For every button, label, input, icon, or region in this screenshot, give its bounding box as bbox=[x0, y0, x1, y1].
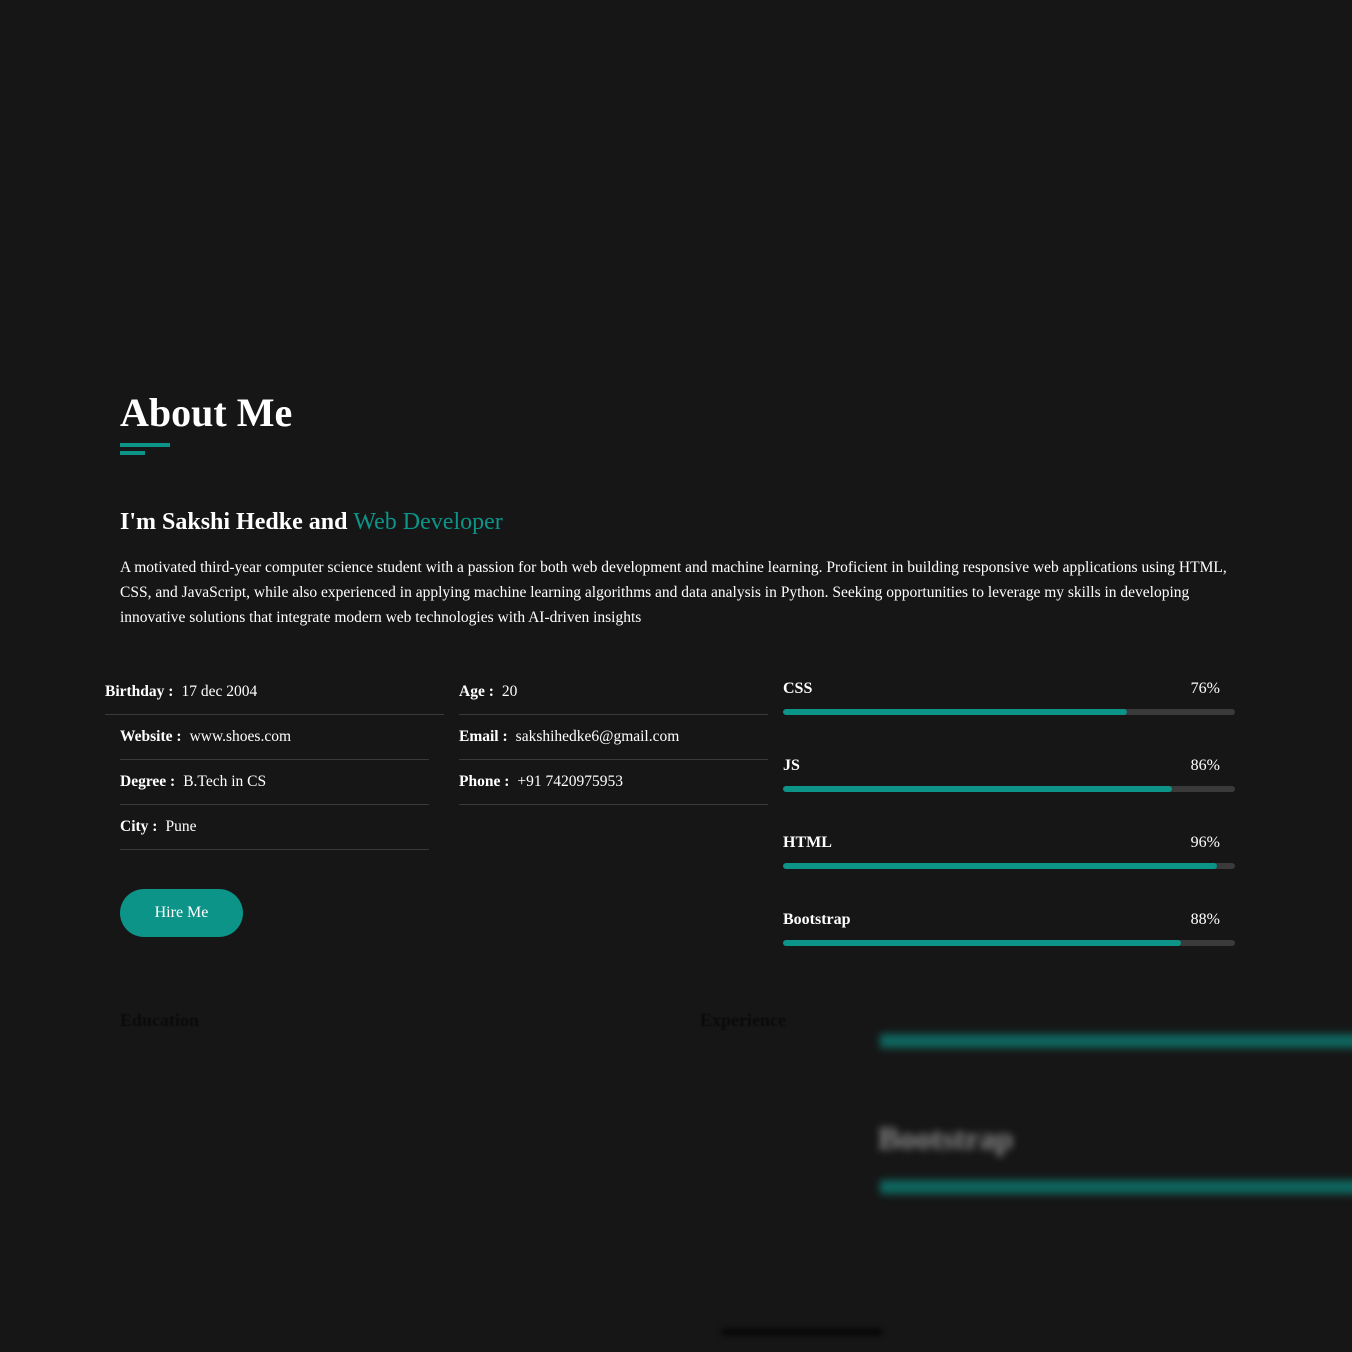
hire-me-button[interactable]: Hire Me bbox=[120, 889, 243, 937]
info-city: City : Pune bbox=[120, 804, 429, 850]
skill-percent: 96% bbox=[1190, 834, 1220, 851]
section-title: About Me bbox=[120, 390, 293, 435]
skill-percent: 76% bbox=[1190, 680, 1220, 697]
skill-name: HTML bbox=[783, 834, 832, 851]
info-email: Email : sakshihedke6@gmail.com bbox=[459, 714, 768, 760]
skill-bar-track bbox=[783, 709, 1235, 715]
skill-name: Bootstrap bbox=[783, 911, 851, 928]
info-value: Pune bbox=[165, 817, 197, 835]
title-underline-accent bbox=[120, 451, 145, 455]
info-value[interactable]: sakshihedke6@gmail.com bbox=[516, 728, 680, 746]
info-value: 17 dec 2004 bbox=[181, 682, 258, 700]
info-phone: Phone : +91 7420975953 bbox=[459, 759, 768, 805]
skill-bar-track bbox=[783, 940, 1235, 946]
info-birthday: Birthday : 17 dec 2004 bbox=[105, 669, 444, 715]
blurred-skill-name: Bootstrap bbox=[878, 1120, 1014, 1156]
blurred-skill-bar bbox=[880, 1180, 1352, 1194]
info-label: Email : bbox=[459, 727, 508, 745]
skill-name: CSS bbox=[783, 680, 813, 697]
skill-bootstrap: Bootstrap 88% bbox=[783, 910, 1235, 946]
skill-bar-track bbox=[783, 786, 1235, 792]
skill-percent: 88% bbox=[1190, 911, 1220, 928]
info-label: Degree : bbox=[120, 772, 176, 790]
skill-percent: 86% bbox=[1190, 757, 1220, 774]
experience-heading: Experience bbox=[700, 1010, 786, 1030]
info-label: Phone : bbox=[459, 772, 510, 790]
info-value: www.shoes.com bbox=[189, 727, 292, 745]
skill-js: JS 86% bbox=[783, 756, 1235, 792]
skill-bar-fill bbox=[783, 863, 1217, 869]
intro-prefix: I'm Sakshi Hedke and bbox=[120, 509, 354, 535]
about-description: A motivated third-year computer science … bbox=[120, 559, 1227, 626]
info-value[interactable]: +91 7420975953 bbox=[517, 773, 623, 791]
skill-html: HTML 96% bbox=[783, 833, 1235, 869]
skill-bar-track bbox=[783, 863, 1235, 869]
skill-name: JS bbox=[783, 757, 800, 774]
info-label: City : bbox=[120, 817, 158, 835]
intro-role: Web Developer bbox=[353, 509, 503, 535]
skill-bar-fill bbox=[783, 709, 1127, 715]
blurred-skill-bar bbox=[880, 1034, 1352, 1048]
about-section: About Me I'm Sakshi Hedke and Web Develo… bbox=[0, 0, 1352, 1352]
info-age: Age : 20 bbox=[459, 669, 768, 715]
info-degree: Degree : B.Tech in CS bbox=[120, 759, 429, 805]
education-heading: Education bbox=[120, 1010, 200, 1030]
title-underline bbox=[120, 443, 170, 447]
skill-bar-fill bbox=[783, 786, 1172, 792]
info-label: Age : bbox=[459, 682, 494, 700]
skill-bar-fill bbox=[783, 940, 1181, 946]
blurred-footer-text: ▬▬▬▬▬▬▬▬ bbox=[722, 1318, 882, 1340]
info-label: Website : bbox=[120, 727, 182, 745]
intro-heading: I'm Sakshi Hedke and Web Developer bbox=[120, 506, 503, 538]
skill-css: CSS 76% bbox=[783, 679, 1235, 715]
info-value: B.Tech in CS bbox=[183, 772, 267, 790]
info-website: Website : www.shoes.com bbox=[120, 714, 429, 760]
info-value: 20 bbox=[501, 682, 518, 700]
info-label: Birthday : bbox=[105, 682, 174, 700]
